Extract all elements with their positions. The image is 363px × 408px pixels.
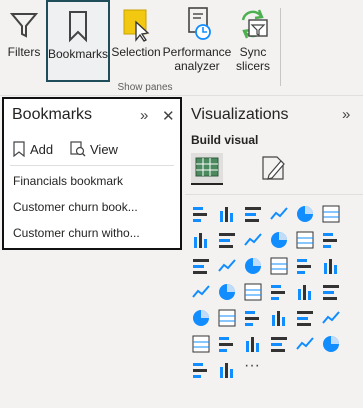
filters-label: Filters: [7, 45, 41, 59]
decomposition-tree-icon[interactable]: [190, 333, 212, 355]
gauge-icon[interactable]: [242, 281, 264, 303]
qna-icon[interactable]: [216, 333, 238, 355]
format-visual-tab[interactable]: [257, 153, 289, 183]
close-icon[interactable]: ✕: [162, 107, 175, 125]
bookmark-item[interactable]: Customer churn witho...: [13, 226, 140, 240]
expand-pane-icon[interactable]: »: [342, 106, 350, 123]
donut-chart-icon[interactable]: [294, 255, 316, 277]
more-options-icon[interactable]: ···: [244, 357, 260, 375]
show-panes-group-label: Show panes: [117, 82, 173, 93]
bookmark-icon: [69, 11, 87, 43]
table-icon[interactable]: [216, 307, 238, 329]
line-chart-icon[interactable]: [190, 229, 212, 251]
bookmark-item[interactable]: Financials bookmark: [13, 174, 123, 188]
map-icon[interactable]: [190, 281, 212, 303]
performance-analyzer-button[interactable]: Performance analyzer: [162, 0, 232, 82]
clustered-bar-chart-icon[interactable]: [242, 203, 264, 225]
power-automate-icon[interactable]: [320, 333, 342, 355]
build-visual-icon: [195, 157, 219, 177]
sync-slicers-button[interactable]: Sync slicers: [233, 0, 273, 82]
bookmark-item[interactable]: Customer churn book...: [13, 200, 138, 214]
matrix-icon[interactable]: [242, 307, 264, 329]
stacked-bar-chart-icon[interactable]: [190, 203, 212, 225]
slicer-icon[interactable]: [190, 307, 212, 329]
filled-map-icon[interactable]: [216, 281, 238, 303]
kpi-icon[interactable]: [320, 281, 342, 303]
waterfall-chart-icon[interactable]: [190, 255, 212, 277]
collapse-pane-icon[interactable]: »: [140, 107, 148, 124]
funnel-chart-icon[interactable]: [216, 255, 238, 277]
goals-icon[interactable]: [268, 333, 290, 355]
add-bookmark-icon: [13, 141, 25, 158]
ribbon-divider: [280, 8, 281, 86]
key-influencers-icon[interactable]: [320, 307, 342, 329]
performance-analyzer-label: Performance analyzer: [162, 45, 232, 73]
paginated-report-icon[interactable]: [242, 333, 264, 355]
selection-button[interactable]: Selection: [111, 0, 161, 82]
visualizations-separator: [185, 194, 363, 195]
treemap-icon[interactable]: [320, 255, 342, 277]
sync-slicers-icon: [241, 9, 268, 39]
view-label: View: [90, 142, 118, 157]
ribbon-chart-icon[interactable]: [320, 229, 342, 251]
100-stacked-bar-chart-icon[interactable]: [294, 203, 316, 225]
add-label: Add: [30, 142, 54, 157]
line-and-column-chart-icon[interactable]: [268, 229, 290, 251]
bookmarks-label: Bookmarks: [48, 47, 109, 61]
bookmarks-pane: Bookmarks » ✕ Add View Financials bookma…: [2, 97, 182, 250]
r-visual-icon[interactable]: [268, 307, 290, 329]
card-icon[interactable]: [268, 281, 290, 303]
build-visual-label: Build visual: [191, 133, 259, 147]
power-apps-icon[interactable]: [190, 359, 212, 381]
visualizations-title: Visualizations: [191, 106, 289, 123]
bookmarks-separator: [10, 165, 174, 166]
100-stacked-column-chart-icon[interactable]: [320, 203, 342, 225]
performance-analyzer-icon: [188, 7, 211, 40]
visualizations-pane: Visualizations » Build visual ···: [185, 97, 363, 408]
selection-label: Selection: [111, 45, 161, 59]
scatter-chart-icon[interactable]: [242, 255, 264, 277]
filters-button[interactable]: Filters: [2, 0, 46, 82]
bookmarks-button[interactable]: Bookmarks: [46, 0, 110, 82]
clustered-column-chart-icon[interactable]: [216, 203, 238, 225]
stacked-area-chart-icon[interactable]: [242, 229, 264, 251]
ribbon: Filters Bookmarks Selection Performance …: [0, 0, 363, 96]
bookmarks-pane-title: Bookmarks: [12, 106, 93, 123]
pie-chart-icon[interactable]: [268, 255, 290, 277]
stacked-column-chart-icon[interactable]: [268, 203, 290, 225]
multi-row-card-icon[interactable]: [294, 281, 316, 303]
sync-slicers-label: Sync slicers: [235, 45, 270, 73]
line-and-stacked-column-chart-icon[interactable]: [294, 229, 316, 251]
view-button[interactable]: View: [70, 141, 118, 157]
format-visual-icon: [262, 156, 285, 180]
filter-icon: [9, 13, 39, 38]
view-icon: [70, 141, 86, 157]
report-builder-icon[interactable]: [294, 333, 316, 355]
get-more-visuals-icon[interactable]: [216, 359, 238, 381]
build-visual-tab[interactable]: [191, 153, 223, 185]
python-visual-icon[interactable]: [294, 307, 316, 329]
add-bookmark-button[interactable]: Add: [12, 141, 54, 158]
area-chart-icon[interactable]: [216, 229, 238, 251]
selection-icon: [123, 9, 150, 42]
